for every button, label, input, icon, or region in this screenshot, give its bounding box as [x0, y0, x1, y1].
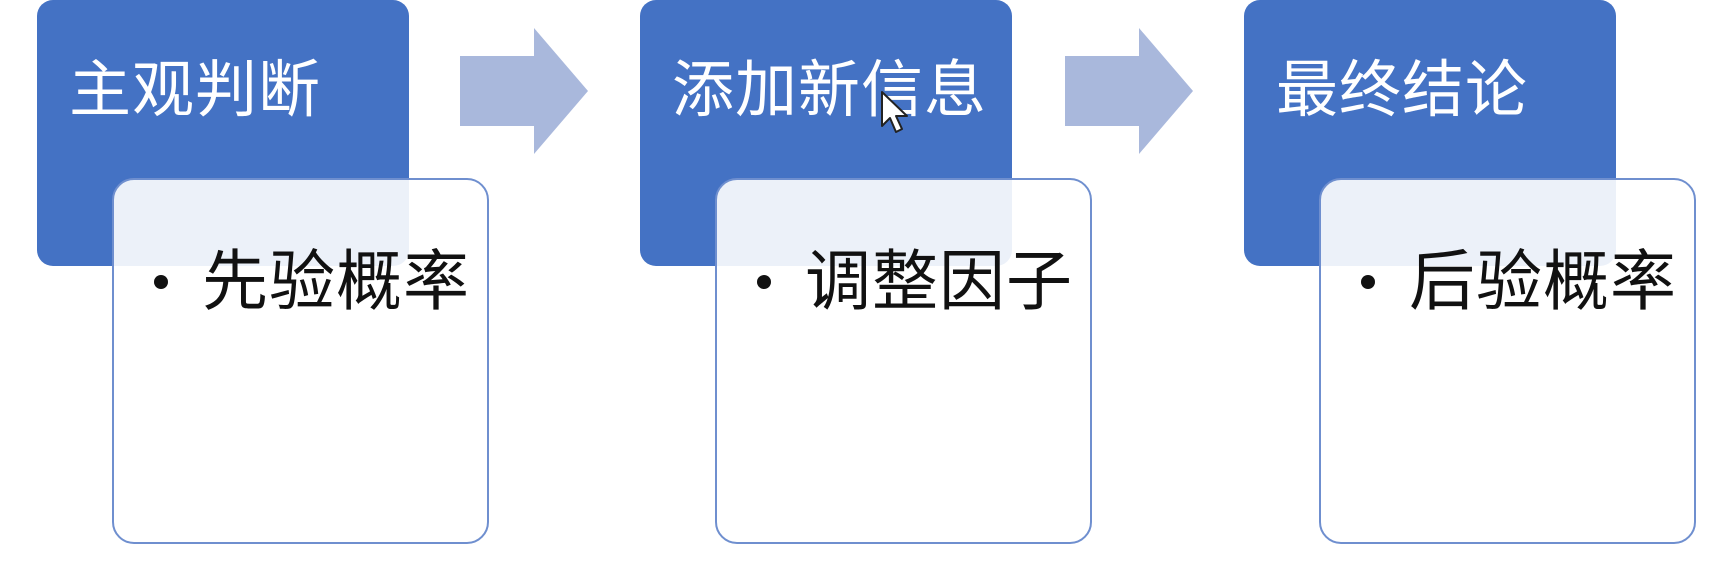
bullet-text: 后验概率 [1409, 243, 1677, 320]
right-arrow-icon [460, 28, 588, 154]
stage-new-info: 添加新信息 调整因子 [640, 0, 1092, 548]
bullet-item: 后验概率 [1361, 242, 1677, 322]
bullet-icon [154, 275, 168, 289]
stage-prior: 主观判断 先验概率 [37, 0, 489, 548]
stage-detail-box: 先验概率 [112, 178, 489, 544]
bullet-icon [1361, 275, 1375, 289]
bullet-icon [757, 275, 771, 289]
stage-header-label: 添加新信息 [672, 53, 988, 126]
stage-conclusion: 最终结论 后验概率 [1244, 0, 1696, 548]
bullet-item: 先验概率 [154, 242, 470, 322]
right-arrow-icon [1065, 28, 1193, 154]
stage-header-label: 主观判断 [69, 53, 322, 126]
bullet-text: 先验概率 [202, 243, 470, 320]
stage-detail-box: 后验概率 [1319, 178, 1696, 544]
mouse-pointer-icon [881, 91, 908, 133]
bullet-text: 调整因子 [805, 243, 1073, 320]
stage-header-label: 最终结论 [1276, 53, 1529, 126]
stage-detail-box: 调整因子 [715, 178, 1092, 544]
bullet-item: 调整因子 [757, 242, 1073, 322]
